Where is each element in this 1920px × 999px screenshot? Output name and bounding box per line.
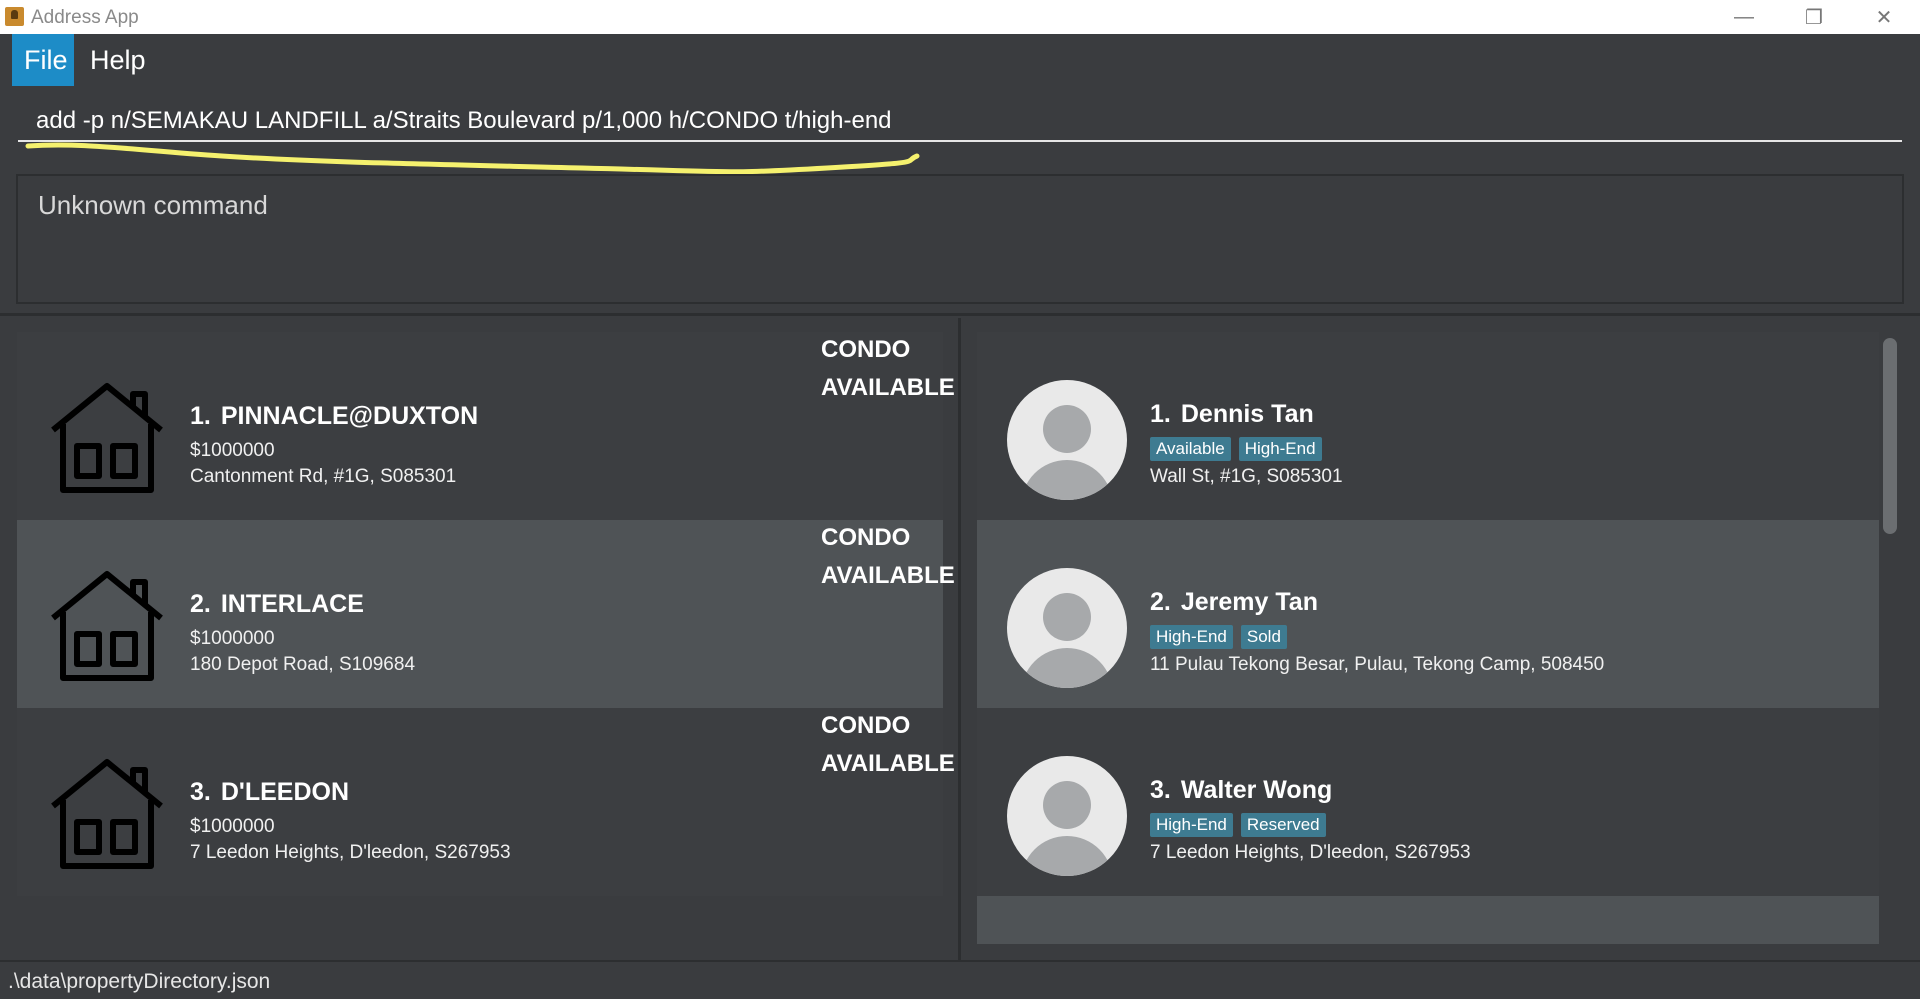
command-input[interactable]	[18, 102, 1902, 142]
property-name: 2. INTERLACE	[190, 590, 364, 618]
client-name: 3. Walter Wong	[1150, 776, 1333, 804]
data-file-path: .\data\propertyDirectory.json	[8, 970, 271, 993]
client-card-2[interactable]: 2. Jeremy Tan High-End Sold 11 Pulau Teko…	[977, 520, 1879, 708]
property-type: CONDO	[821, 336, 911, 363]
property-name: 3. D'LEEDON	[190, 778, 350, 806]
panel-divider	[0, 313, 1920, 316]
property-card-3[interactable]: 3. D'LEEDON $1000000 7 Leedon Heights, D'…	[17, 708, 955, 896]
client-list-panel[interactable]: 1. Dennis Tan Available High-End Wall St,…	[962, 318, 1920, 960]
property-price: $1000000	[190, 440, 275, 461]
property-address: Cantonment Rd, #1G, S085301	[190, 466, 457, 487]
avatar-icon	[1007, 380, 1127, 500]
property-price: $1000000	[190, 628, 275, 649]
maximize-button[interactable]: ❐	[1780, 0, 1848, 34]
menu-help[interactable]: Help	[78, 34, 158, 86]
command-box	[0, 88, 1920, 166]
window-title: Address App	[31, 7, 139, 28]
tag-badge: High-End	[1238, 437, 1322, 461]
property-card-2[interactable]: 2. INTERLACE $1000000 180 Depot Road, S10…	[17, 520, 955, 708]
app-icon	[5, 7, 24, 26]
house-icon	[51, 571, 163, 681]
client-tags: High-End Sold	[1150, 625, 1287, 649]
client-address: 11 Pulau Tekong Besar, Pulau, Tekong Cam…	[1150, 654, 1605, 675]
menu-bar: File Help	[0, 34, 1920, 88]
result-text: Unknown command	[38, 190, 268, 220]
title-bar: Address App — ❐ ✕	[0, 0, 1920, 34]
house-icon	[51, 383, 163, 493]
client-list-scrollbar[interactable]	[1883, 338, 1897, 534]
client-tags: High-End Reserved	[1150, 813, 1326, 837]
menu-file[interactable]: File	[12, 34, 74, 86]
property-card-1[interactable]: 1. PINNACLE@DUXTON $1000000 Cantonment Rd…	[17, 332, 955, 520]
tag-badge: Available	[1150, 437, 1231, 461]
property-type: CONDO	[821, 524, 911, 551]
property-address: 7 Leedon Heights, D'leedon, S267953	[190, 842, 511, 863]
client-tags: Available High-End	[1150, 437, 1322, 461]
client-name: 2. Jeremy Tan	[1150, 588, 1318, 616]
property-type: CONDO	[821, 712, 911, 739]
client-name: 1. Dennis Tan	[1150, 400, 1314, 428]
avatar-icon	[1007, 756, 1127, 876]
tag-badge: Sold	[1240, 625, 1287, 649]
client-address: 7 Leedon Heights, D'leedon, S267953	[1150, 842, 1471, 863]
tag-badge: Reserved	[1240, 813, 1326, 837]
property-price: $1000000	[190, 816, 275, 837]
minimize-button[interactable]: —	[1710, 0, 1778, 34]
property-status: AVAILABLE	[821, 750, 955, 777]
property-status: AVAILABLE	[821, 562, 955, 589]
tag-badge: High-End	[1150, 625, 1233, 649]
status-bar: .\data\propertyDirectory.json	[0, 960, 1920, 999]
house-icon	[51, 759, 163, 869]
tag-badge: High-End	[1150, 813, 1233, 837]
avatar-icon	[1007, 568, 1127, 688]
client-card-4[interactable]	[977, 896, 1879, 944]
client-card-1[interactable]: 1. Dennis Tan Available High-End Wall St,…	[977, 332, 1879, 520]
result-display: Unknown command	[16, 174, 1904, 304]
property-status: AVAILABLE	[821, 374, 955, 401]
property-address: 180 Depot Road, S109684	[190, 654, 416, 675]
client-address: Wall St, #1G, S085301	[1150, 466, 1343, 487]
property-name: 1. PINNACLE@DUXTON	[190, 402, 479, 430]
client-card-3[interactable]: 3. Walter Wong High-End Reserved 7 Leedon…	[977, 708, 1879, 896]
close-button[interactable]: ✕	[1850, 0, 1918, 34]
property-list-panel[interactable]: 1. PINNACLE@DUXTON $1000000 Cantonment Rd…	[0, 318, 961, 960]
